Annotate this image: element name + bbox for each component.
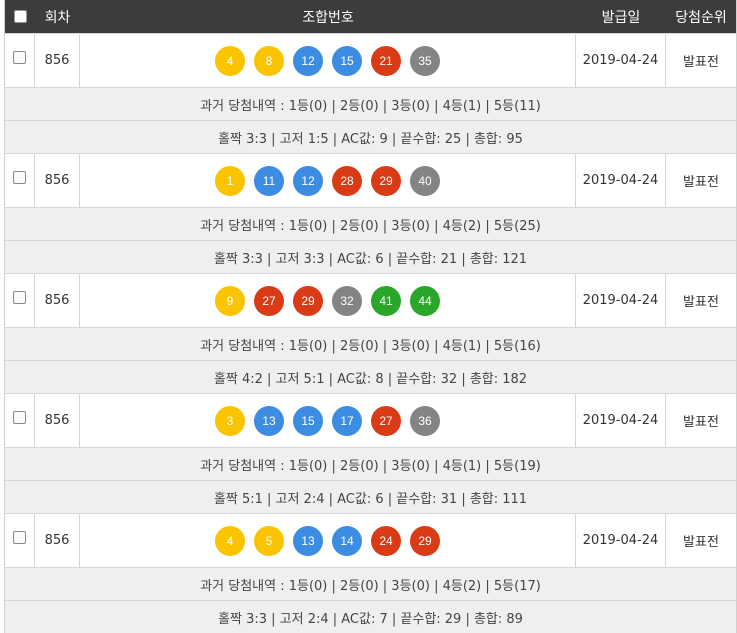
round-cell: 856 (35, 34, 80, 87)
rank-cell: 발표전 (683, 55, 719, 70)
lotto-ball: 29 (293, 285, 323, 316)
rank-cell: 발표전 (683, 175, 719, 190)
lotto-ball: 3 (215, 405, 245, 436)
row-checkbox[interactable] (13, 411, 26, 424)
table-row: 856 3 13 15 17 27 36 2019-04-24 발표전 (5, 393, 736, 447)
header-numbers: 조합번호 (302, 9, 354, 26)
lotto-ball: 17 (332, 405, 362, 436)
combination-stats-row: 홀짝 5:1 | 고저 2:4 | AC값: 6 | 끝수합: 31 | 총합:… (5, 480, 736, 513)
table-row: 856 1 11 12 28 29 40 2019-04-24 발표전 (5, 153, 736, 207)
round-cell: 856 (35, 274, 80, 327)
winning-history-row: 과거 당첨내역 : 1등(0) | 2등(0) | 3등(0) | 4등(2) … (5, 567, 736, 600)
lotto-ball: 41 (371, 285, 401, 316)
winning-history-row: 과거 당첨내역 : 1등(0) | 2등(0) | 3등(0) | 4등(1) … (5, 447, 736, 480)
winning-history-row: 과거 당첨내역 : 1등(0) | 2등(0) | 3등(0) | 4등(1) … (5, 87, 736, 120)
row-checkbox-cell (5, 274, 35, 327)
combination-stats-row: 홀짝 4:2 | 고저 5:1 | AC값: 8 | 끝수합: 32 | 총합:… (5, 360, 736, 393)
row-checkbox[interactable] (13, 51, 26, 64)
round-cell: 856 (35, 394, 80, 447)
lotto-ball: 36 (410, 405, 440, 436)
header-round: 회차 (44, 9, 71, 26)
lotto-ball: 14 (332, 525, 362, 556)
rank-cell: 발표전 (683, 295, 719, 310)
table-row: 856 9 27 29 32 41 44 2019-04-24 발표전 (5, 273, 736, 327)
lotto-ball: 24 (371, 525, 401, 556)
table-body: 856 4 8 12 15 21 35 2019-04-24 발표전 과거 당첨내역 : 1등(0… (5, 33, 736, 633)
lotto-ball: 29 (410, 525, 440, 556)
row-checkbox[interactable] (13, 291, 26, 304)
lotto-ball: 28 (332, 165, 362, 196)
lotto-ball: 27 (254, 285, 284, 316)
number-balls-cell: 9 27 29 32 41 44 (80, 274, 576, 327)
issue-date-cell: 2019-04-24 (576, 514, 666, 567)
number-balls-cell: 3 13 15 17 27 36 (80, 394, 576, 447)
row-checkbox[interactable] (13, 531, 26, 544)
lotto-ball: 9 (215, 285, 245, 316)
winning-history-row: 과거 당첨내역 : 1등(0) | 2등(0) | 3등(0) | 4등(2) … (5, 207, 736, 240)
lotto-ball: 13 (254, 405, 284, 436)
lotto-ball: 11 (254, 165, 284, 196)
row-checkbox-cell (5, 154, 35, 207)
lotto-ball: 5 (254, 525, 284, 556)
winning-history-row: 과거 당첨내역 : 1등(0) | 2등(0) | 3등(0) | 4등(1) … (5, 327, 736, 360)
lotto-ball: 12 (293, 165, 323, 196)
lotto-ball: 13 (293, 525, 323, 556)
combination-stats-row: 홀짝 3:3 | 고저 1:5 | AC값: 9 | 끝수합: 25 | 총합:… (5, 120, 736, 153)
lotto-ball: 8 (254, 45, 284, 76)
lotto-ball: 40 (410, 165, 440, 196)
row-checkbox-cell (5, 514, 35, 567)
row-checkbox[interactable] (13, 171, 26, 184)
lotto-ball: 27 (371, 405, 401, 436)
select-all-checkbox[interactable] (13, 10, 27, 23)
lotto-ball: 15 (332, 45, 362, 76)
lotto-ball: 1 (215, 165, 245, 196)
rank-cell: 발표전 (683, 415, 719, 430)
table-row: 856 4 5 13 14 24 29 2019-04-24 발표전 (5, 513, 736, 567)
rank-cell: 발표전 (683, 535, 719, 550)
lotto-ball: 35 (410, 45, 440, 76)
lotto-ball: 21 (371, 45, 401, 76)
lotto-ball: 4 (215, 45, 245, 76)
lotto-combination-table: 회차 조합번호 발급일 당첨순위 856 4 8 12 15 21 35 2019-04-24… (4, 0, 737, 633)
header-rank: 당첨순위 (675, 9, 727, 26)
combination-stats-row: 홀짝 3:3 | 고저 2:4 | AC값: 7 | 끝수합: 29 | 총합:… (5, 600, 736, 633)
header-checkbox-cell (5, 0, 35, 33)
lotto-ball: 4 (215, 525, 245, 556)
combination-stats-row: 홀짝 3:3 | 고저 3:3 | AC값: 6 | 끝수합: 21 | 총합:… (5, 240, 736, 273)
table-row: 856 4 8 12 15 21 35 2019-04-24 발표전 (5, 33, 736, 87)
table-header: 회차 조합번호 발급일 당첨순위 (5, 0, 736, 33)
issue-date-cell: 2019-04-24 (576, 34, 666, 87)
number-balls-cell: 4 5 13 14 24 29 (80, 514, 576, 567)
number-balls-cell: 4 8 12 15 21 35 (80, 34, 576, 87)
header-issue-date: 발급일 (601, 9, 641, 26)
lotto-ball: 44 (410, 285, 440, 316)
round-cell: 856 (35, 514, 80, 567)
lotto-ball: 15 (293, 405, 323, 436)
lotto-ball: 32 (332, 285, 362, 316)
issue-date-cell: 2019-04-24 (576, 154, 666, 207)
lotto-ball: 12 (293, 45, 323, 76)
lotto-ball: 29 (371, 165, 401, 196)
issue-date-cell: 2019-04-24 (576, 274, 666, 327)
row-checkbox-cell (5, 394, 35, 447)
round-cell: 856 (35, 154, 80, 207)
row-checkbox-cell (5, 34, 35, 87)
number-balls-cell: 1 11 12 28 29 40 (80, 154, 576, 207)
issue-date-cell: 2019-04-24 (576, 394, 666, 447)
